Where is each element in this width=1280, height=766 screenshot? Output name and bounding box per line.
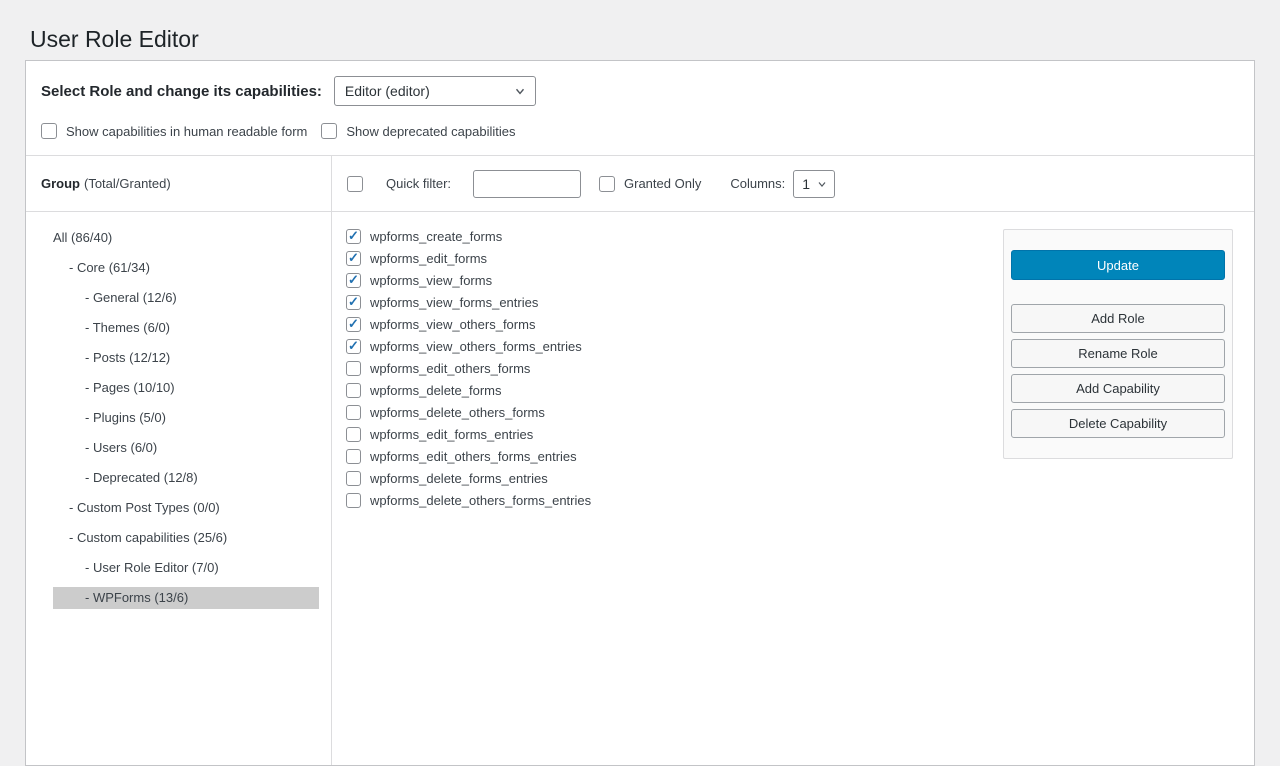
- human-readable-label: Show capabilities in human readable form: [66, 124, 307, 139]
- chevron-down-icon: [513, 84, 527, 98]
- group-item-custom-post-types[interactable]: - Custom Post Types (0/0): [53, 497, 319, 519]
- role-selector-label: Select Role and change its capabilities:: [41, 83, 322, 100]
- group-tree: All (86/40) - Core (61/34) - General (12…: [26, 212, 332, 765]
- role-select[interactable]: Editor (editor): [334, 76, 536, 106]
- toolbar-row: Group (Total/Granted) Quick filter: Gran…: [26, 155, 1254, 212]
- columns-label: Columns:: [730, 176, 785, 191]
- capability-label: wpforms_view_forms: [370, 273, 492, 288]
- chevron-down-icon: [816, 178, 828, 190]
- capability-checkbox[interactable]: [346, 449, 361, 464]
- capability-label: wpforms_create_forms: [370, 229, 502, 244]
- group-item-wpforms[interactable]: - WPForms (13/6): [53, 587, 319, 609]
- capability-label: wpforms_delete_forms_entries: [370, 471, 548, 486]
- capability-checkbox[interactable]: [346, 317, 361, 332]
- rename-role-button[interactable]: Rename Role: [1011, 339, 1225, 368]
- capability-checkbox[interactable]: [346, 471, 361, 486]
- group-item-all[interactable]: All (86/40): [53, 227, 319, 249]
- capability-checkbox[interactable]: [346, 273, 361, 288]
- update-button[interactable]: Update: [1011, 250, 1225, 280]
- capability-label: wpforms_view_forms_entries: [370, 295, 538, 310]
- capability-checkbox[interactable]: [346, 251, 361, 266]
- capability-checkbox[interactable]: [346, 361, 361, 376]
- content-area: All (86/40) - Core (61/34) - General (12…: [26, 212, 1254, 765]
- columns-select[interactable]: 1: [793, 170, 835, 198]
- group-item-themes[interactable]: - Themes (6/0): [53, 317, 319, 339]
- deprecated-checkbox[interactable]: [321, 123, 337, 139]
- group-item-general[interactable]: - General (12/6): [53, 287, 319, 309]
- group-item-pages[interactable]: - Pages (10/10): [53, 377, 319, 399]
- group-item-user-role-editor[interactable]: - User Role Editor (7/0): [53, 557, 319, 579]
- options-row: Show capabilities in human readable form…: [26, 106, 1254, 155]
- role-editor-panel: Select Role and change its capabilities:…: [25, 60, 1255, 766]
- granted-only-checkbox[interactable]: [599, 176, 615, 192]
- human-readable-checkbox[interactable]: [41, 123, 57, 139]
- quick-filter-label: Quick filter:: [386, 176, 451, 191]
- group-item-custom-capabilities[interactable]: - Custom capabilities (25/6): [53, 527, 319, 549]
- capability-row[interactable]: wpforms_delete_others_forms_entries: [346, 489, 1254, 511]
- capability-label: wpforms_edit_forms: [370, 251, 487, 266]
- add-capability-button[interactable]: Add Capability: [1011, 374, 1225, 403]
- capability-checkbox[interactable]: [346, 427, 361, 442]
- group-item-core[interactable]: - Core (61/34): [53, 257, 319, 279]
- role-select-value: Editor (editor): [345, 83, 430, 99]
- capability-label: wpforms_edit_others_forms_entries: [370, 449, 577, 464]
- capability-label: wpforms_view_others_forms: [370, 317, 535, 332]
- capability-label: wpforms_delete_forms: [370, 383, 502, 398]
- capabilities-area: wpforms_create_forms wpforms_edit_forms …: [332, 212, 1254, 765]
- granted-only-option: Granted Only: [599, 176, 701, 192]
- select-all-checkbox[interactable]: [347, 176, 363, 192]
- group-header: Group (Total/Granted): [26, 156, 332, 211]
- group-item-plugins[interactable]: - Plugins (5/0): [53, 407, 319, 429]
- group-item-deprecated[interactable]: - Deprecated (12/8): [53, 467, 319, 489]
- filter-toolbar: Quick filter: Granted Only Columns: 1: [332, 156, 1254, 211]
- deprecated-label: Show deprecated capabilities: [346, 124, 515, 139]
- add-role-button[interactable]: Add Role: [1011, 304, 1225, 333]
- deprecated-option: Show deprecated capabilities: [321, 123, 515, 139]
- group-item-users[interactable]: - Users (6/0): [53, 437, 319, 459]
- capability-label: wpforms_delete_others_forms_entries: [370, 493, 591, 508]
- user-role-editor-page: User Role Editor Select Role and change …: [0, 0, 1280, 766]
- capability-label: wpforms_edit_others_forms: [370, 361, 530, 376]
- granted-only-label: Granted Only: [624, 176, 701, 191]
- group-header-label: Group: [41, 176, 80, 191]
- capability-checkbox[interactable]: [346, 493, 361, 508]
- capability-checkbox[interactable]: [346, 339, 361, 354]
- group-header-suffix: (Total/Granted): [84, 176, 171, 191]
- human-readable-option: Show capabilities in human readable form: [41, 123, 307, 139]
- capability-label: wpforms_edit_forms_entries: [370, 427, 533, 442]
- delete-capability-button[interactable]: Delete Capability: [1011, 409, 1225, 438]
- role-selector-row: Select Role and change its capabilities:…: [26, 61, 1254, 106]
- capability-checkbox[interactable]: [346, 383, 361, 398]
- group-item-posts[interactable]: - Posts (12/12): [53, 347, 319, 369]
- capability-label: wpforms_view_others_forms_entries: [370, 339, 582, 354]
- quick-filter-input[interactable]: [473, 170, 581, 198]
- capability-checkbox[interactable]: [346, 295, 361, 310]
- capability-checkbox[interactable]: [346, 229, 361, 244]
- capability-row[interactable]: wpforms_delete_forms_entries: [346, 467, 1254, 489]
- capability-label: wpforms_delete_others_forms: [370, 405, 545, 420]
- columns-select-value: 1: [802, 176, 810, 192]
- actions-panel: Update Add Role Rename Role Add Capabili…: [1003, 229, 1233, 459]
- capability-checkbox[interactable]: [346, 405, 361, 420]
- page-title: User Role Editor: [30, 26, 199, 53]
